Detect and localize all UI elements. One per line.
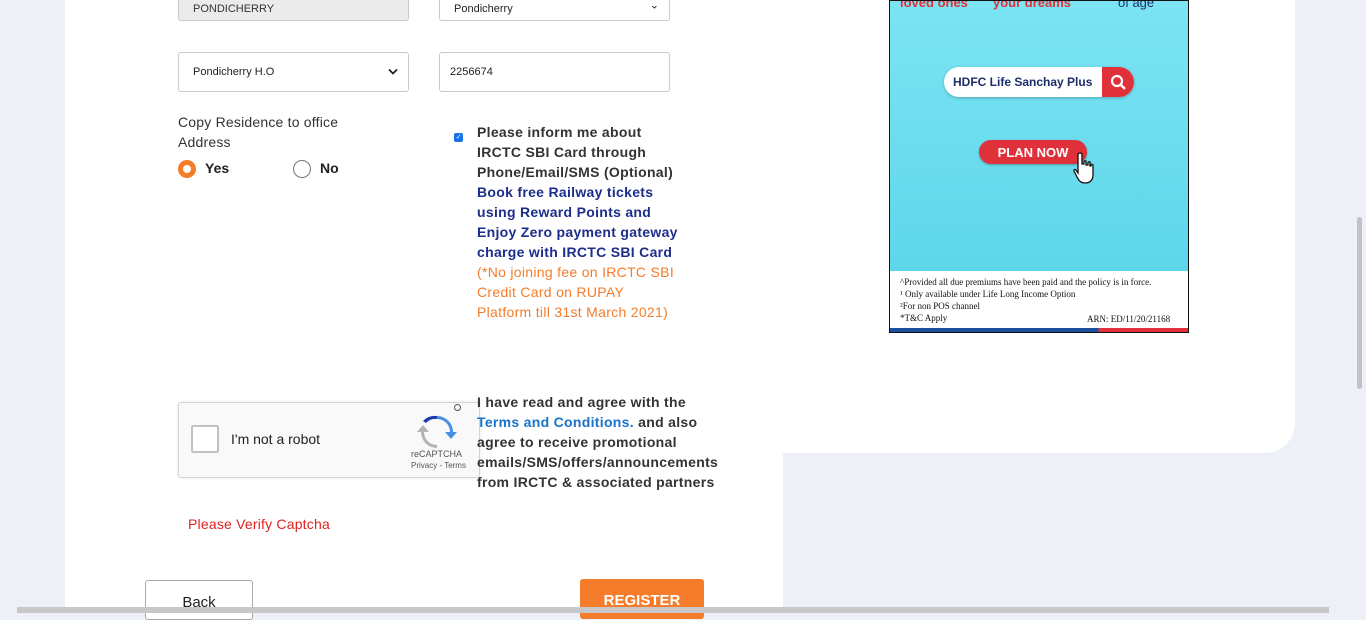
ad-top-text-left: loved ones — [900, 0, 968, 10]
state-value: PONDICHERRY — [193, 2, 275, 15]
radio-no-label: No — [320, 160, 339, 176]
recaptcha-label: I'm not a robot — [231, 431, 321, 447]
ad-fineprint-1: ^Provided all due premiums have been pai… — [900, 277, 1152, 287]
ad-plan-now-button[interactable]: PLAN NOW — [979, 140, 1087, 164]
radio-yes[interactable] — [178, 160, 196, 178]
hdfc-life-ad-banner[interactable]: loved ones your dreams of age HDFC Life … — [889, 0, 1189, 333]
chevron-down-icon: ⌄ — [649, 0, 659, 12]
horizontal-scrollbar[interactable] — [17, 607, 1329, 613]
terms-link[interactable]: Terms and Conditions. — [477, 414, 634, 430]
ad-search-button — [1102, 67, 1134, 97]
vertical-scrollbar[interactable] — [1357, 217, 1362, 389]
phone-value: 2256674 — [450, 66, 493, 78]
register-button[interactable]: REGISTER — [580, 579, 704, 619]
recaptcha-logo-icon — [417, 415, 457, 448]
terms-prefix: I have read and agree with the — [477, 394, 686, 410]
ad-background — [890, 1, 1188, 271]
post-office-select[interactable]: Pondicherry H.O — [178, 52, 409, 92]
state-field[interactable]: PONDICHERRY — [178, 0, 409, 21]
radio-no[interactable] — [293, 160, 311, 178]
city-value: Pondicherry — [454, 2, 513, 15]
inform-text-block: Please inform me about IRCTC SBI Card th… — [477, 122, 682, 322]
ad-fineprint-3: ²For non POS channel — [900, 301, 980, 311]
ad-top-text-mid: your dreams — [993, 0, 1072, 10]
ad-fineprint-2: ¹ Only available under Life Long Income … — [900, 289, 1076, 299]
city-select[interactable]: Pondicherry ⌄ — [439, 0, 670, 21]
radio-yes-label: Yes — [205, 160, 230, 176]
terms-text: I have read and agree with the Terms and… — [477, 392, 727, 492]
ad-fineprint-4: *T&C Apply — [900, 313, 948, 323]
recaptcha-widget: I'm not a robot reCAPTCHA Privacy - Term… — [178, 402, 480, 478]
ad-stripe — [890, 328, 1188, 332]
copy-address-label: Copy Residence to office Address — [178, 114, 339, 150]
terms-radio[interactable] — [454, 404, 461, 411]
hand-cursor-icon — [1073, 152, 1094, 184]
post-office-value: Pondicherry H.O — [193, 66, 275, 78]
ad-search-bar: HDFC Life Sanchay Plus — [944, 67, 1134, 97]
ad-arn: ARN: ED/11/20/21168 — [1087, 314, 1171, 324]
ad-top-text-right: of age — [1118, 0, 1155, 10]
back-button[interactable]: Back — [145, 580, 253, 620]
inform-checkbox[interactable]: ✓ — [454, 133, 463, 142]
promo-text: Book free Railway tickets using Reward P… — [477, 184, 678, 260]
chevron-down-icon — [388, 68, 398, 75]
recaptcha-brand: reCAPTCHA — [411, 449, 463, 459]
recaptcha-links[interactable]: Privacy - Terms — [411, 461, 466, 470]
ad-search-text: HDFC Life Sanchay Plus — [953, 75, 1093, 89]
fee-text: (*No joining fee on IRCTC SBI Credit Car… — [477, 264, 675, 320]
captcha-error-message: Please Verify Captcha — [188, 516, 330, 532]
recaptcha-checkbox[interactable] — [191, 425, 219, 453]
phone-field[interactable]: 2256674 — [439, 52, 670, 92]
search-icon — [1110, 74, 1126, 90]
inform-text: Please inform me about IRCTC SBI Card th… — [477, 124, 674, 180]
